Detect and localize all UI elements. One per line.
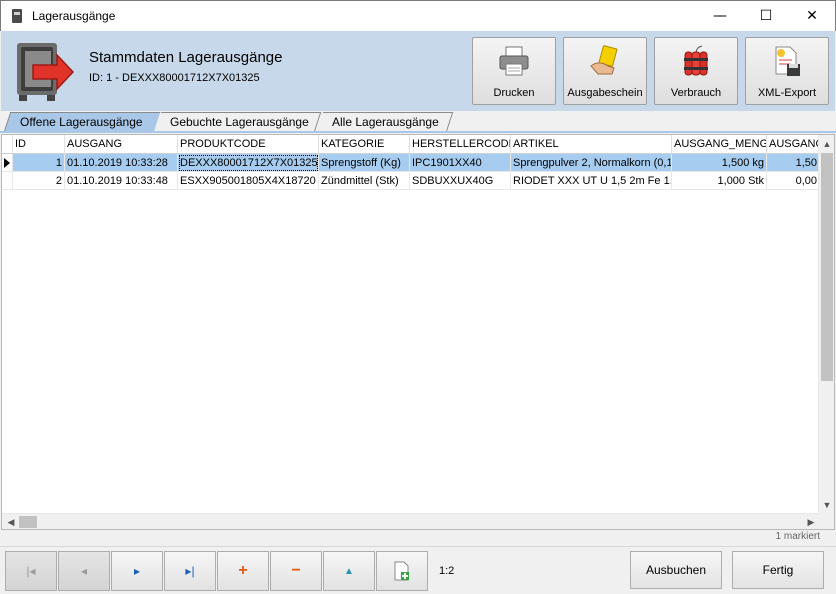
tab-strip: Offene Lagerausgänge Gebuchte Lagerausgä… [0, 111, 836, 132]
safe-arrow-icon [17, 43, 75, 101]
tab-booked-issues[interactable]: Gebuchte Lagerausgänge [154, 112, 322, 132]
last-record-button[interactable]: ▸| [164, 551, 216, 591]
previous-record-button[interactable]: ◂ [58, 551, 110, 591]
column-header[interactable]: AUSGANG_ [767, 135, 820, 154]
maximize-button[interactable]: ☐ [743, 1, 789, 31]
column-header[interactable]: AUSGANG_MENGE [672, 135, 767, 154]
grid-header: ID AUSGANG PRODUKTCODE KATEGORIE HERSTEL… [2, 135, 820, 154]
close-button[interactable]: ✕ [789, 1, 835, 31]
issue-slip-button[interactable]: Ausgabeschein [563, 37, 647, 105]
cell-produktcode[interactable]: DEXXX80001712X7X01325 [178, 154, 319, 172]
vertical-scroll-thumb[interactable] [821, 153, 833, 381]
row-indicator [2, 154, 13, 172]
horizontal-scrollbar[interactable]: ◀ ▶ [2, 513, 820, 529]
card-hand-icon [590, 45, 618, 75]
column-header[interactable]: ARTIKEL [511, 135, 672, 154]
table-row[interactable]: 2 01.10.2019 10:33:48 ESXX905001805X4X18… [2, 172, 820, 190]
cell-kategorie[interactable]: Sprengstoff (Kg) [319, 154, 410, 172]
cell-herstellercode[interactable]: IPC1901XX40 [410, 154, 511, 172]
column-header[interactable]: HERSTELLERCODE [410, 135, 511, 154]
first-record-button[interactable]: |◂ [5, 551, 57, 591]
new-document-icon [394, 561, 409, 581]
header-panel: Stammdaten Lagerausgänge ID: 1 - DEXXX80… [1, 31, 835, 111]
print-button[interactable]: Drucken [472, 37, 556, 105]
up-triangle-icon: ▲ [344, 565, 354, 577]
column-header[interactable]: AUSGANG [65, 135, 178, 154]
scroll-up-icon[interactable]: ▲ [819, 136, 834, 152]
cell-ausgang-extra[interactable]: 1,50 [767, 154, 820, 172]
current-row-arrow-icon [2, 154, 10, 171]
cell-artikel[interactable]: RIODET XXX UT U 1,5 2m Fe 1.48 [511, 172, 672, 190]
xml-save-icon [775, 46, 800, 76]
minimize-button[interactable]: — [697, 1, 743, 31]
add-record-button[interactable]: + [217, 551, 269, 591]
title-bar: Lagerausgänge — ☐ ✕ [0, 0, 836, 31]
cell-herstellercode[interactable]: SDBUXXUX40G [410, 172, 511, 190]
last-record-icon: ▸| [185, 564, 195, 578]
data-grid[interactable]: ID AUSGANG PRODUKTCODE KATEGORIE HERSTEL… [1, 134, 835, 530]
cell-ausgang[interactable]: 01.10.2019 10:33:28 [65, 154, 178, 172]
column-header[interactable]: PRODUKTCODE [178, 135, 319, 154]
row-indicator-header [2, 135, 13, 154]
printer-icon [499, 46, 529, 76]
scroll-left-icon[interactable]: ◀ [3, 514, 19, 529]
tab-all-issues-label: Alle Lagerausgänge [332, 115, 439, 129]
tab-open-issues[interactable]: Offene Lagerausgänge [3, 112, 161, 132]
app-icon [10, 8, 24, 24]
tab-open-issues-label: Offene Lagerausgänge [20, 115, 143, 129]
cell-ausgang[interactable]: 01.10.2019 10:33:48 [65, 172, 178, 190]
xml-export-label: XML-Export [757, 87, 817, 99]
record-counter: 1:2 [439, 565, 455, 577]
cell-artikel[interactable]: Sprengpulver 2, Normalkorn (0,1 [511, 154, 672, 172]
issue-slip-label: Ausgabeschein [567, 87, 643, 99]
xml-export-button[interactable]: XML-Export [745, 37, 829, 105]
column-header[interactable]: KATEGORIE [319, 135, 410, 154]
cell-id[interactable]: 1 [13, 154, 65, 172]
scroll-down-icon[interactable]: ▼ [819, 497, 834, 513]
cell-ausgang-extra[interactable]: 0,00 [767, 172, 820, 190]
header-title: Stammdaten Lagerausgänge [89, 49, 283, 66]
table-row[interactable]: 1 01.10.2019 10:33:28 DEXXX80001712X7X01… [2, 154, 820, 172]
cell-ausgang-menge[interactable]: 1,000 Stk [672, 172, 767, 190]
done-button[interactable]: Fertig [732, 551, 824, 589]
tab-underline [0, 131, 836, 133]
add-icon: + [238, 562, 248, 579]
next-record-icon: ▸ [133, 564, 141, 578]
delete-record-button[interactable]: − [270, 551, 322, 591]
edit-record-button[interactable]: ▲ [323, 551, 375, 591]
horizontal-scroll-thumb[interactable] [19, 516, 37, 528]
column-header[interactable]: ID [13, 135, 65, 154]
consumption-label: Verbrauch [670, 87, 722, 99]
previous-record-icon: ◂ [80, 564, 88, 578]
selection-status: 1 markiert [775, 531, 820, 542]
cell-produktcode[interactable]: ESXX905001805X4X18720 [178, 172, 319, 190]
print-label: Drucken [493, 87, 535, 99]
bottom-toolbar: |◂ ◂ ▸ ▸| + − ▲ 1:2 Ausbuchen Fertig [0, 546, 836, 594]
cell-kategorie[interactable]: Zündmittel (Stk) [319, 172, 410, 190]
scroll-right-icon[interactable]: ▶ [803, 514, 819, 529]
header-subtitle: ID: 1 - DEXXX80001712X7X01325 [89, 72, 260, 84]
vertical-scrollbar[interactable]: ▲ ▼ [818, 135, 834, 514]
first-record-icon: |◂ [26, 564, 36, 578]
cell-id[interactable]: 2 [13, 172, 65, 190]
window-title: Lagerausgänge [32, 9, 116, 23]
scroll-corner [818, 513, 834, 529]
tab-all-issues[interactable]: Alle Lagerausgänge [316, 112, 454, 132]
tab-booked-issues-label: Gebuchte Lagerausgänge [170, 115, 309, 129]
minus-icon: − [291, 562, 301, 579]
consumption-button[interactable]: Verbrauch [654, 37, 738, 105]
book-out-button[interactable]: Ausbuchen [630, 551, 722, 589]
dynamite-icon [684, 45, 708, 76]
row-indicator [2, 172, 13, 190]
cell-ausgang-menge[interactable]: 1,500 kg [672, 154, 767, 172]
next-record-button[interactable]: ▸ [111, 551, 163, 591]
new-document-button[interactable] [376, 551, 428, 591]
